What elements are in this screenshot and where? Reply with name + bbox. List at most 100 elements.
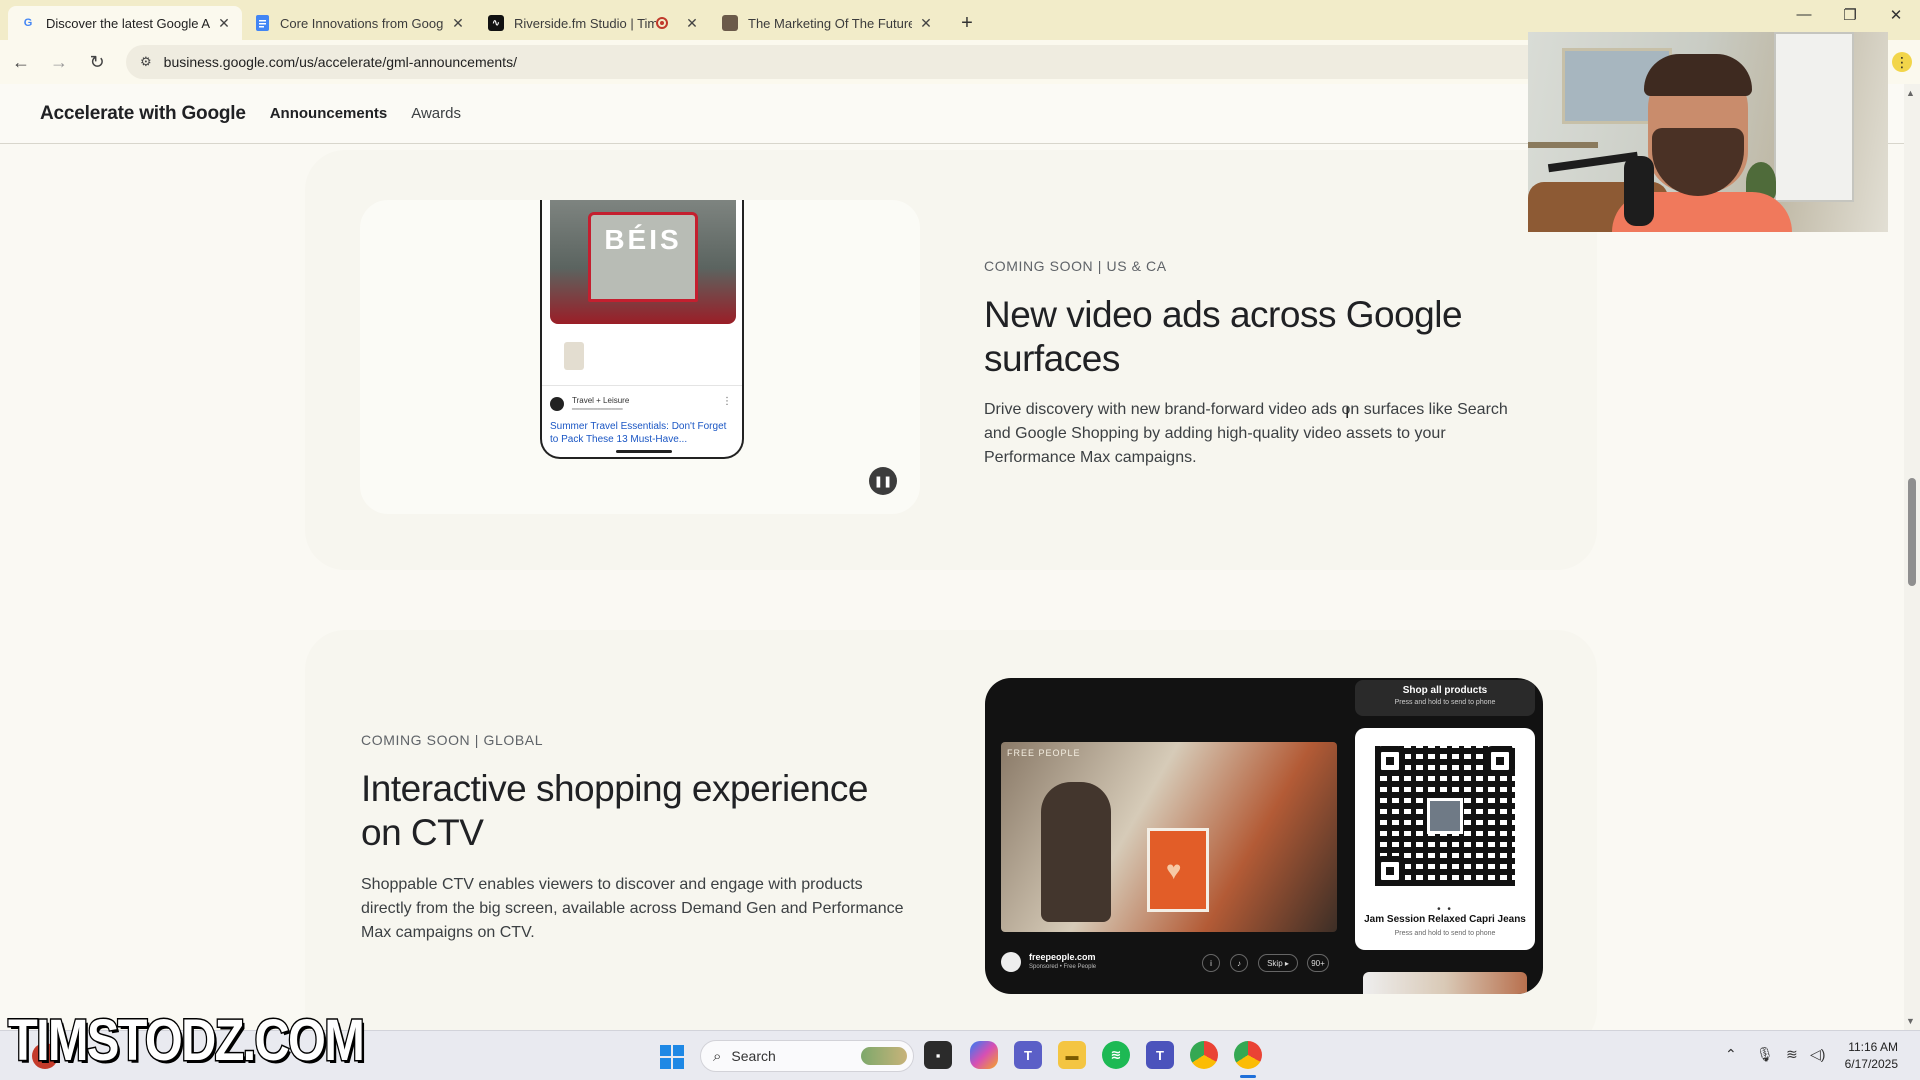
- product-hint: Press and hold to send to phone: [1394, 930, 1496, 937]
- task-view-icon[interactable]: ▪: [924, 1041, 952, 1069]
- riverside-icon: ∿: [488, 15, 504, 31]
- body-line: and Google Shopping by adding high-quali…: [984, 425, 1446, 442]
- qr-finder: [1375, 746, 1405, 776]
- site-settings-icon[interactable]: ⚙: [140, 54, 152, 70]
- card-headline: Interactive shopping experience on CTV: [361, 767, 868, 855]
- art-tile: [1147, 828, 1209, 912]
- close-icon[interactable]: ✕: [216, 15, 232, 31]
- body-line: Max campaigns on CTV.: [361, 924, 535, 941]
- doc-icon: [254, 15, 270, 31]
- skip-label: Skip: [1267, 958, 1283, 968]
- advertiser-sub: Sponsored • Free People: [1029, 964, 1097, 970]
- pause-button[interactable]: ❚❚: [869, 467, 897, 495]
- qr-finder: [1375, 856, 1405, 886]
- whiteboard: [1774, 32, 1854, 202]
- tab-title: Riverside.fm Studio | Tim's: [514, 15, 656, 31]
- webcam-overlay: [1528, 32, 1888, 232]
- clock-date: 6/17/2025: [1844, 1057, 1898, 1071]
- teams-icon[interactable]: T: [1014, 1041, 1042, 1069]
- bell-icon: ♪: [1230, 954, 1248, 972]
- card-eyebrow: COMING SOON | US & CA: [984, 258, 1167, 274]
- address-bar[interactable]: ⚙ business.google.com/us/accelerate/gml-…: [126, 45, 1626, 79]
- scrollbar-thumb[interactable]: [1908, 478, 1916, 586]
- advertiser-domain: freepeople.com: [1029, 952, 1096, 962]
- tab-core-innovations[interactable]: Core Innovations from Google ✕: [242, 6, 476, 40]
- tab-google-ads[interactable]: G Discover the latest Google Ads ✕: [8, 6, 242, 40]
- microphone-icon[interactable]: 🎙: [1756, 1046, 1774, 1063]
- body-line: Performance Max campaigns.: [984, 449, 1197, 466]
- result-source-url: ━━━━━━━━━━━━━━: [572, 407, 623, 413]
- counter-badge: 90+: [1307, 954, 1329, 972]
- shop-all-hint: Press and hold to send to phone: [1394, 699, 1496, 706]
- product-name: Jam Session Relaxed Capri Jeans: [1364, 914, 1526, 925]
- teams-work-icon[interactable]: T: [1146, 1041, 1174, 1069]
- nav-announcements[interactable]: Announcements: [270, 105, 388, 122]
- windows-start-icon[interactable]: [660, 1045, 684, 1069]
- chrome-active-icon[interactable]: [1234, 1041, 1262, 1069]
- file-explorer-icon[interactable]: ▬: [1058, 1041, 1086, 1069]
- scroll-down-icon[interactable]: ▼: [1906, 1016, 1915, 1026]
- close-icon[interactable]: ✕: [918, 15, 934, 31]
- body-line: Shoppable CTV enables viewers to discove…: [361, 876, 863, 893]
- back-button[interactable]: ←: [4, 45, 38, 79]
- google-icon: G: [23, 17, 33, 29]
- minimize-button[interactable]: —: [1784, 6, 1824, 23]
- clock-time: 11:16 AM: [1848, 1040, 1898, 1054]
- text-cursor-icon: I: [1345, 405, 1350, 422]
- browser-menu-icon[interactable]: ⋮: [1892, 52, 1912, 72]
- tab-riverside[interactable]: ∿ Riverside.fm Studio | Tim's ✕: [476, 6, 710, 40]
- taskbar-search[interactable]: ⌕ Search: [700, 1040, 914, 1072]
- reload-button[interactable]: ↻: [80, 45, 114, 79]
- volume-icon[interactable]: ◁): [1810, 1046, 1825, 1063]
- forward-button[interactable]: →: [42, 45, 76, 79]
- image-icon: [722, 15, 738, 31]
- qr-panel: • • Jam Session Relaxed Capri Jeans Pres…: [1355, 728, 1535, 950]
- url-text: business.google.com/us/accelerate/gml-an…: [163, 54, 517, 70]
- bag-graphic: BÉIS: [588, 212, 698, 302]
- nav-awards[interactable]: Awards: [411, 105, 461, 122]
- video-brand: FREE PEOPLE: [1007, 748, 1081, 758]
- system-clock[interactable]: 11:16 AM 6/17/2025: [1838, 1039, 1898, 1073]
- thumbnail: [564, 342, 584, 370]
- advertiser-logo: [1001, 952, 1021, 972]
- close-icon[interactable]: ✕: [450, 15, 466, 31]
- shop-all-products[interactable]: Shop all products Press and hold to send…: [1355, 680, 1535, 716]
- info-icon: i: [1202, 954, 1220, 972]
- restore-button[interactable]: ❐: [1830, 6, 1870, 24]
- copilot-icon[interactable]: [970, 1041, 998, 1069]
- chevron-up-icon[interactable]: ⌃: [1725, 1046, 1737, 1063]
- result-link: Summer Travel Essentials: Don't Forget t…: [550, 421, 727, 445]
- headline-line: on CTV: [361, 812, 484, 853]
- scroll-up-icon[interactable]: ▲: [1906, 88, 1915, 98]
- qr-code: [1375, 746, 1515, 886]
- body-line: Drive discovery with new brand-forward v…: [984, 401, 1508, 418]
- result-source: Travel + Leisure: [572, 396, 630, 405]
- card-headline: New video ads across Google surfaces: [984, 293, 1463, 381]
- wifi-icon[interactable]: ≋: [1786, 1046, 1798, 1063]
- card-body: Drive discovery with new brand-forward v…: [984, 398, 1508, 470]
- new-tab-button[interactable]: +: [952, 8, 982, 38]
- home-indicator: [616, 450, 672, 453]
- spotify-icon[interactable]: ≋: [1102, 1041, 1130, 1069]
- next-product-peek: [1363, 972, 1527, 994]
- tab-title: Core Innovations from Google: [280, 15, 444, 31]
- presenter-hair: [1644, 54, 1752, 96]
- watermark: TIMSTODZ.COM: [7, 1008, 366, 1073]
- search-highlight-icon: [861, 1047, 907, 1065]
- shop-all-label: Shop all products: [1402, 685, 1488, 696]
- tab-title: Discover the latest Google Ads: [46, 15, 210, 31]
- shelf: [1528, 142, 1598, 148]
- site-brand[interactable]: Accelerate with Google: [40, 103, 246, 125]
- chrome-icon[interactable]: [1190, 1041, 1218, 1069]
- active-app-indicator: [1240, 1075, 1256, 1078]
- search-placeholder: Search: [731, 1048, 776, 1064]
- avatar: [550, 397, 564, 411]
- body-line: directly from the big screen, available …: [361, 900, 904, 917]
- ctv-mockup: FREE PEOPLE Shop all products Press and …: [985, 678, 1543, 994]
- close-icon[interactable]: ✕: [684, 15, 700, 31]
- close-window-button[interactable]: ✕: [1876, 6, 1916, 24]
- tab-marketing-future[interactable]: The Marketing Of The Future - ✕: [710, 6, 944, 40]
- card-eyebrow: COMING SOON | GLOBAL: [361, 732, 544, 748]
- headline-line: New video ads across Google: [984, 294, 1463, 335]
- model-figure: [1041, 782, 1111, 922]
